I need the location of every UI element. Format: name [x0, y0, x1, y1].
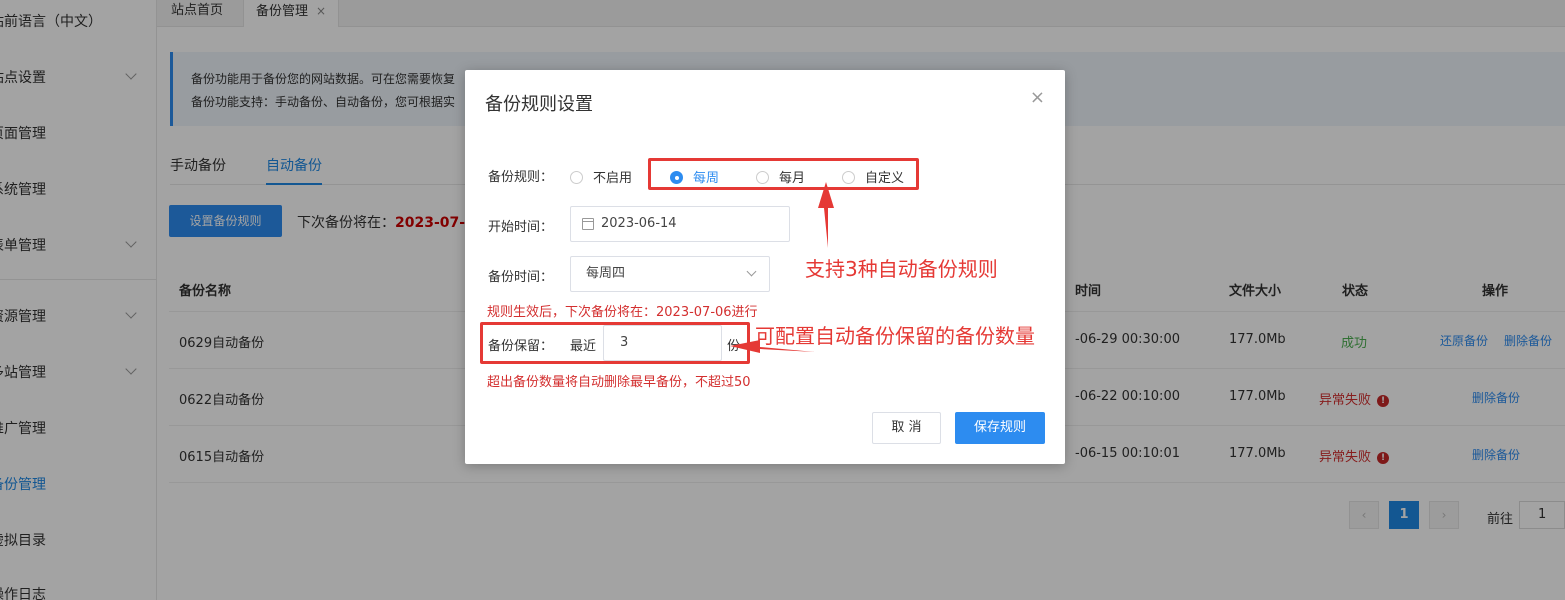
keep-hint: 超出备份数量将自动删除最早备份，不超过50	[487, 375, 751, 390]
backup-time-select[interactable]: 每周四	[570, 256, 770, 292]
backup-time-label: 备份时间：	[488, 270, 554, 285]
start-date-input[interactable]: 2023-06-14	[570, 206, 790, 242]
cancel-button[interactable]: 取 消	[872, 412, 941, 444]
annotation-box-rules	[648, 158, 919, 190]
next-backup-hint: 规则生效后，下次备份将在：2023-07-06进行	[487, 305, 758, 320]
save-rule-button[interactable]: 保存规则	[955, 412, 1045, 444]
radio-label: 不启用	[593, 171, 633, 186]
backup-time-value: 每周四	[586, 266, 626, 281]
chevron-down-icon	[746, 266, 757, 277]
radio-disabled[interactable]: 不启用	[570, 167, 633, 186]
start-time-label: 开始时间：	[488, 220, 554, 235]
dialog-title: 备份规则设置	[485, 94, 593, 115]
radio-circle	[570, 171, 583, 184]
annotation-keep-text: 可配置自动备份保留的备份数量	[755, 324, 1035, 348]
rule-label: 备份规则：	[488, 170, 554, 185]
calendar-icon	[582, 218, 594, 230]
start-date-value: 2023-06-14	[601, 216, 677, 231]
annotation-box-keep	[480, 322, 750, 364]
close-icon[interactable]: ×	[1030, 88, 1045, 108]
annotation-rules-text: 支持3种自动备份规则	[805, 257, 998, 281]
